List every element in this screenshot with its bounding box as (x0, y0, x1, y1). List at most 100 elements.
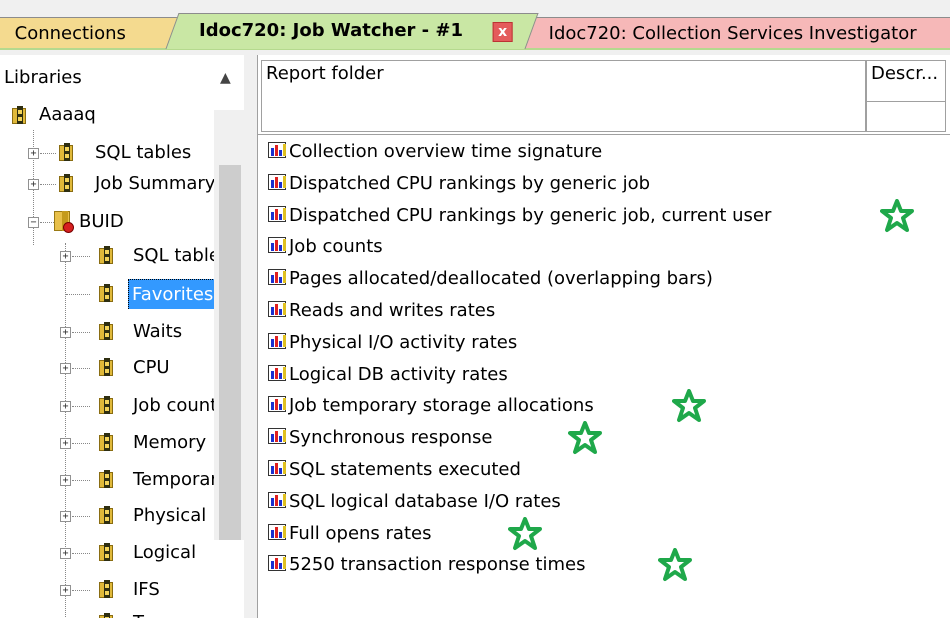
bar-chart-icon (268, 142, 286, 158)
tree-item-memory[interactable]: + Memory (0, 428, 214, 458)
bar-chart-icon (268, 396, 286, 413)
report-row[interactable]: SQL statements executed (268, 455, 521, 485)
folder-icon (99, 246, 115, 264)
tab-collection-label: Idoc720: Collection Services Investigato… (548, 23, 917, 44)
report-row[interactable]: Reads and writes rates (268, 296, 495, 326)
report-row[interactable]: Dispatched CPU rankings by generic job, … (268, 201, 771, 231)
tree-item-buid[interactable]: − BUID (0, 207, 214, 237)
tree-scrollbar-thumb[interactable] (219, 165, 241, 540)
tree-item-top-consumers[interactable]: + Top consumers (0, 608, 214, 618)
folder-icon (99, 470, 115, 488)
folder-icon (59, 143, 75, 161)
report-row[interactable]: Dispatched CPU rankings by generic job (268, 169, 650, 199)
favorite-star-icon (672, 389, 706, 423)
tree-item-label: SQL tables (133, 245, 214, 266)
expand-icon[interactable]: + (60, 363, 71, 374)
bar-chart-icon (268, 332, 286, 349)
tree-connector (72, 480, 90, 481)
report-row[interactable]: Job temporary storage allocations (268, 391, 594, 421)
report-row-label: Collection overview time signature (289, 141, 603, 162)
bar-chart-icon (268, 364, 286, 381)
folder-icon (59, 174, 75, 192)
panel-splitter[interactable] (244, 55, 258, 618)
library-tree[interactable]: Libraries ▲ Aaaaq + SQL tables + Job Sum… (0, 55, 244, 618)
folder-icon (99, 580, 115, 598)
collapse-icon[interactable]: − (28, 217, 39, 228)
report-row-label: Logical DB activity rates (289, 363, 508, 385)
report-row[interactable]: Logical DB activity rates (268, 360, 508, 390)
tree-item-job-counts[interactable]: + Job counts (0, 391, 214, 421)
tree-item-waits[interactable]: + Waits (0, 317, 214, 347)
bar-chart-icon (268, 269, 286, 286)
tree-item-label: Waits (133, 321, 183, 342)
report-row[interactable]: Synchronous response (268, 423, 493, 453)
bar-chart-icon (268, 301, 286, 317)
tree-connector (72, 256, 90, 257)
favorite-star-icon (658, 548, 692, 582)
expand-icon[interactable]: + (60, 327, 71, 338)
tree-connector (40, 184, 56, 185)
expand-icon[interactable]: + (60, 548, 71, 559)
scroll-up-icon[interactable]: ▲ (220, 63, 231, 93)
tree-item-label: Memory (133, 432, 207, 453)
tree-item-favorites[interactable]: Favorites (0, 279, 214, 309)
tree-header-label: Libraries (4, 67, 82, 88)
report-row-label: Pages allocated/deallocated (overlapping… (289, 268, 713, 290)
tab-bar: Connections Idoc720: Collection Services… (0, 0, 950, 55)
tab-connections[interactable]: Connections (0, 17, 185, 48)
tree-connector (72, 332, 90, 333)
expand-icon[interactable]: + (60, 401, 71, 412)
tree-connector (66, 294, 90, 295)
tree-item-ifs[interactable]: + IFS (0, 575, 214, 605)
report-row-label: Job counts (289, 236, 383, 258)
expand-icon[interactable]: + (60, 475, 71, 486)
tree-header: Libraries ▲ (0, 63, 244, 93)
report-row[interactable]: 5250 transaction response times (268, 550, 585, 580)
bar-chart-icon (268, 460, 286, 476)
tree-connector (72, 516, 90, 517)
report-row[interactable]: SQL logical database I/O rates (268, 487, 561, 517)
tree-connector (40, 222, 54, 223)
report-row[interactable]: Collection overview time signature (268, 137, 602, 167)
expand-icon[interactable]: + (28, 148, 39, 159)
tree-item-label: Job Summary (95, 173, 214, 194)
expand-icon[interactable]: + (28, 179, 39, 190)
expand-icon[interactable]: + (60, 438, 71, 449)
favorite-star-icon (880, 198, 914, 232)
tree-item-label: Logical (133, 542, 197, 563)
folder-icon (99, 506, 115, 524)
tree-item-label: Job counts (133, 395, 214, 416)
tree-item-physical[interactable]: + Physical (0, 501, 214, 531)
report-row[interactable]: Pages allocated/deallocated (overlapping… (268, 264, 713, 294)
expand-icon[interactable]: + (60, 251, 71, 262)
tab-connections-label: Connections (14, 23, 126, 44)
tree-item-temporary[interactable]: + Temporary (0, 465, 214, 495)
tab-collection-services[interactable]: Idoc720: Collection Services Investigato… (506, 17, 950, 48)
tree-item-aaaaq[interactable]: Aaaaq (0, 100, 214, 130)
report-list: Report folder Descr... Collection overvi… (258, 55, 950, 618)
tree-item-logical[interactable]: + Logical (0, 538, 214, 568)
folder-icon (99, 433, 115, 451)
expand-icon[interactable]: + (60, 585, 71, 596)
report-row[interactable]: Job counts (268, 232, 383, 262)
tree-item-cpu[interactable]: + CPU (0, 353, 214, 383)
report-row[interactable]: Full opens rates (268, 519, 431, 549)
report-row-label: SQL logical database I/O rates (289, 490, 561, 512)
tree-item-label: CPU (133, 357, 170, 378)
tree-item-sql-tables-buid[interactable]: + SQL tables (0, 241, 214, 271)
column-header-description[interactable]: Descr... (866, 60, 946, 132)
tab-job-watcher[interactable]: Idoc720: Job Watcher - #1 x (165, 13, 539, 49)
tree-item-label: BUID (79, 211, 124, 232)
report-row[interactable]: Physical I/O activity rates (268, 328, 517, 358)
tree-item-sql-tables[interactable]: + SQL tables (0, 138, 214, 168)
tree-item-job-summary[interactable]: + Job Summary (0, 169, 214, 199)
column-header-report-folder[interactable]: Report folder (261, 60, 866, 132)
report-row-label: Job temporary storage allocations (289, 395, 594, 417)
close-icon[interactable]: x (492, 22, 513, 42)
expand-icon[interactable]: + (60, 511, 71, 522)
tree-item-label: Favorites (128, 279, 214, 309)
folder-icon (99, 543, 115, 561)
header-divider (258, 134, 950, 135)
tree-connector (72, 443, 90, 444)
folder-icon (12, 106, 28, 124)
